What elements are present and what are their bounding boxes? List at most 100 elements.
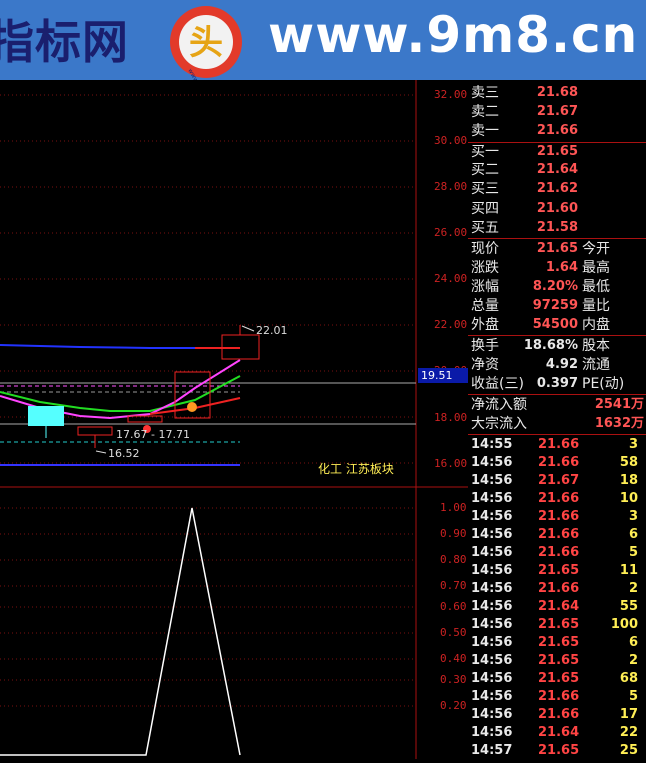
order-row-buy3[interactable]: 买三 21.62: [468, 180, 646, 198]
signal-dot-orange: [187, 402, 197, 412]
stat-label2: 今开: [582, 241, 610, 257]
site-url: www.9m8.cn: [268, 6, 639, 64]
indicator-line: [0, 507, 241, 756]
tick-row[interactable]: 14:56 21.66 58: [468, 454, 646, 472]
price-tick: 18.00: [434, 411, 468, 424]
stat-label: 总量: [471, 298, 499, 314]
annotation-mid: 17.67 - 17.71: [116, 428, 190, 441]
tick-time: 14:56: [471, 455, 513, 470]
stat-label: 涨跌: [471, 260, 499, 276]
divider: [468, 238, 646, 239]
tick-price: 21.65: [538, 653, 580, 668]
tick-price: 21.64: [538, 599, 580, 614]
order-row-buy4[interactable]: 买四 21.60: [468, 200, 646, 218]
tick-row[interactable]: 14:57 21.65 25: [468, 742, 646, 760]
tick-row[interactable]: 14:56 21.66 3: [468, 508, 646, 526]
tick-price: 21.66: [538, 509, 580, 524]
tick-row[interactable]: 14:56 21.65 68: [468, 670, 646, 688]
chart-area[interactable]: 22.01 16.52 17.67 - 17.71 32.00 30.00 28…: [0, 80, 468, 759]
flow-label: 净流入额: [471, 397, 527, 413]
tick-row[interactable]: 14:56 21.66 17: [468, 706, 646, 724]
tick-row[interactable]: 14:56 21.65 11: [468, 562, 646, 580]
flow-row: 净流入额 2541万: [468, 396, 646, 414]
order-label: 买四: [471, 201, 499, 217]
sector-tag[interactable]: 化工 江苏板块: [318, 460, 394, 477]
stat-label2: PE(动): [582, 376, 625, 392]
order-row-sell1[interactable]: 卖一 21.66: [468, 122, 646, 140]
stat-row: 换手 18.68% 股本: [468, 337, 646, 355]
tick-row[interactable]: 14:56 21.64 55: [468, 598, 646, 616]
price-tick: 22.00: [434, 318, 468, 331]
stat-row: 收益(三) 0.397 PE(动): [468, 375, 646, 393]
tick-volume: 5: [628, 545, 638, 560]
tick-row[interactable]: 14:56 21.66 2: [468, 580, 646, 598]
tick-row[interactable]: 14:56 21.67 18: [468, 472, 646, 490]
tick-price: 21.66: [538, 437, 580, 452]
tick-volume: 6: [628, 635, 638, 650]
tick-volume: 2: [628, 653, 638, 668]
stat-label2: 量比: [582, 298, 610, 314]
order-row-buy1[interactable]: 买一 21.65: [468, 143, 646, 161]
stat-label: 现价: [471, 241, 499, 257]
tick-row[interactable]: 14:56 21.66 5: [468, 688, 646, 706]
tick-time: 14:56: [471, 671, 513, 686]
tick-row[interactable]: 14:56 21.66 10: [468, 490, 646, 508]
tick-row[interactable]: 14:56 21.66 6: [468, 526, 646, 544]
tick-row[interactable]: 14:56 21.66 5: [468, 544, 646, 562]
stat-label: 涨幅: [471, 279, 499, 295]
stat-row: 总量 97259 量比: [468, 297, 646, 315]
stat-row: 外盘 54500 内盘: [468, 316, 646, 334]
order-price: 21.60: [536, 201, 578, 216]
indicator-tick: 1.00: [440, 501, 467, 514]
indicator-tick: 0.20: [440, 699, 467, 712]
stat-row: 涨跌 1.64 最高: [468, 259, 646, 277]
price-tick: 24.00: [434, 272, 468, 285]
tick-price: 21.67: [538, 473, 580, 488]
ma-blue-line: [0, 344, 195, 349]
tick-row[interactable]: 14:55 21.66 3: [468, 436, 646, 454]
tick-volume: 3: [628, 437, 638, 452]
order-price: 21.62: [536, 181, 578, 196]
indicator-grid: [0, 507, 416, 707]
tick-price: 21.65: [538, 617, 580, 632]
order-label: 买一: [471, 144, 499, 160]
annotation-low: 16.52: [108, 447, 140, 460]
tick-price: 21.66: [538, 527, 580, 542]
stat-label: 换手: [471, 338, 499, 354]
order-row-sell3[interactable]: 卖三 21.68: [468, 84, 646, 102]
order-price: 21.68: [536, 85, 578, 100]
order-label: 卖二: [471, 104, 499, 120]
tick-volume: 11: [619, 563, 638, 578]
tick-row[interactable]: 14:56 21.65 100: [468, 616, 646, 634]
flow-row: 大宗流入 1632万: [468, 415, 646, 433]
tick-price: 21.65: [538, 563, 580, 578]
price-tick: 32.00: [434, 88, 468, 101]
tick-volume: 18: [619, 473, 638, 488]
tick-time: 14:56: [471, 527, 513, 542]
tick-row[interactable]: 14:56 21.64 22: [468, 724, 646, 742]
flow-value: 1632万: [594, 416, 644, 431]
tick-price: 21.66: [538, 581, 580, 596]
tick-price: 21.65: [538, 635, 580, 650]
indicator-tick: 0.40: [440, 652, 467, 665]
tick-volume: 6: [628, 527, 638, 542]
stat-label2: 最低: [582, 279, 610, 295]
stat-value: 54500: [532, 317, 578, 332]
price-tick: 26.00: [434, 226, 468, 239]
tick-time: 14:56: [471, 509, 513, 524]
order-price: 21.58: [536, 220, 578, 235]
tick-time: 14:56: [471, 725, 513, 740]
kline-svg: 22.01 16.52 17.67 - 17.71: [0, 80, 468, 759]
stat-label2: 最高: [582, 260, 610, 276]
order-row-sell2[interactable]: 卖二 21.67: [468, 103, 646, 121]
order-row-buy5[interactable]: 买五 21.58: [468, 219, 646, 237]
tick-row[interactable]: 14:56 21.65 2: [468, 652, 646, 670]
candle-2: [77, 426, 113, 436]
tick-time: 14:56: [471, 491, 513, 506]
tick-time: 14:55: [471, 437, 513, 452]
tick-row[interactable]: 14:56 21.65 6: [468, 634, 646, 652]
tick-time: 14:56: [471, 581, 513, 596]
order-row-buy2[interactable]: 买二 21.64: [468, 161, 646, 179]
indicator-tick: 0.30: [440, 673, 467, 686]
tick-time: 14:57: [471, 743, 513, 758]
